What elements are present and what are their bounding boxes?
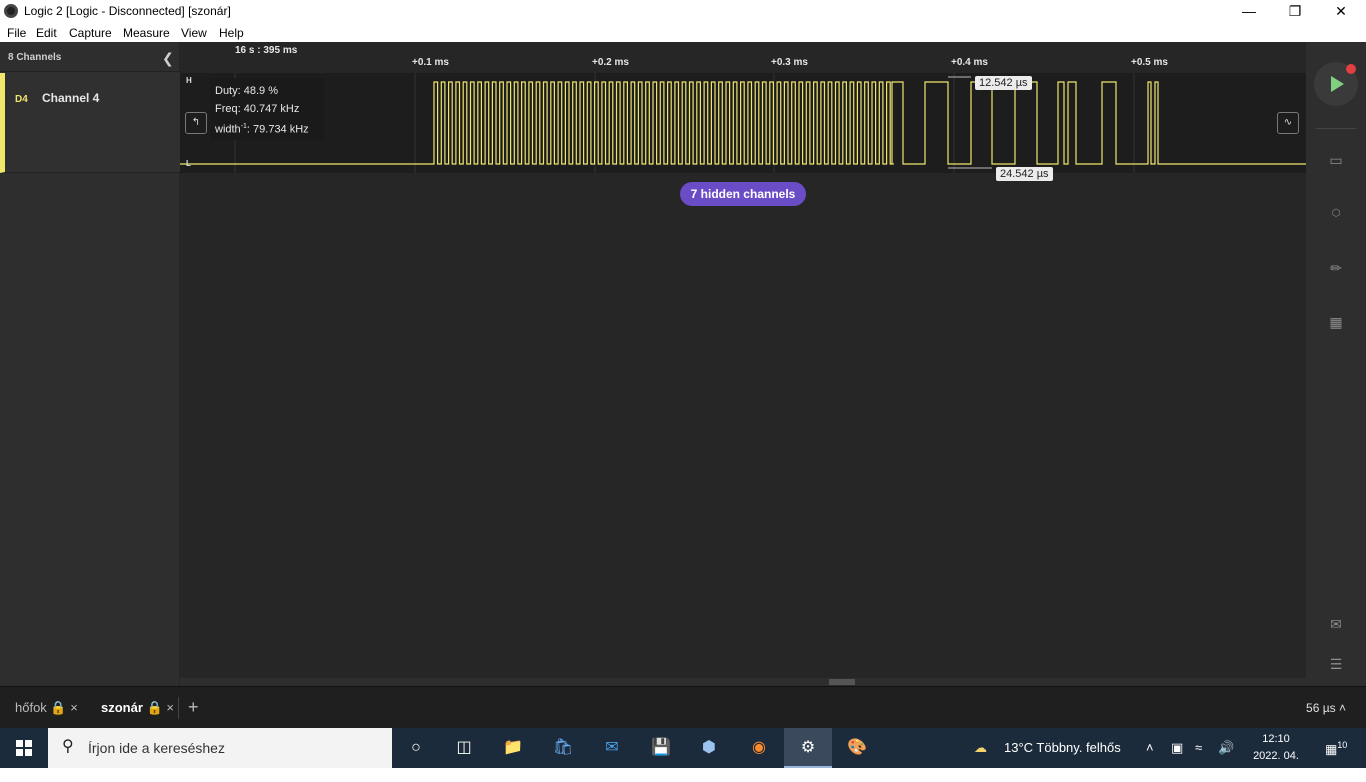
feedback-icon[interactable]: ✉ — [1324, 613, 1348, 635]
store-icon[interactable]: 🛍 — [539, 728, 587, 768]
scroll-thumb[interactable] — [829, 679, 855, 685]
window-title: Logic 2 [Logic - Disconnected] [szonár] — [24, 4, 231, 18]
volume-icon[interactable]: 🔊 — [1218, 740, 1234, 756]
title-bar: Logic 2 [Logic - Disconnected] [szonár] … — [0, 0, 1366, 22]
mail-icon[interactable]: ✉ — [588, 728, 636, 768]
weather-icon[interactable]: ☁ — [974, 740, 987, 756]
weather-text[interactable]: 13°C Többny. felhős — [1004, 740, 1121, 755]
ruler-tick: +0.3 ms — [771, 57, 808, 68]
menu-icon[interactable]: ☰ — [1324, 653, 1348, 675]
notifications-icon[interactable]: ▦10 — [1325, 740, 1347, 757]
virtualbox-icon[interactable]: ⬢ — [685, 728, 733, 768]
search-placeholder: Írjon ide a kereséshez — [88, 740, 225, 756]
file-explorer-icon[interactable]: 📁 — [489, 728, 537, 768]
high-level-label: H — [186, 76, 192, 85]
paint-icon[interactable]: 🎨 — [833, 728, 881, 768]
minimize-icon[interactable]: — — [1226, 0, 1272, 22]
windows-start-icon[interactable] — [16, 740, 32, 756]
channel-4-signal — [180, 81, 1306, 165]
clock-date: 2022. 04. 23. — [1253, 750, 1299, 779]
logic-workspace: 8 Channels ❮ D4 Channel 4 16 s : 395 ms … — [0, 42, 1366, 686]
menu-bar: File Edit Capture Measure View Help — [0, 22, 1366, 42]
ruler-tick: +0.2 ms — [592, 57, 629, 68]
waveform-area[interactable]: 16 s : 395 ms +0.1 ms +0.2 ms +0.3 ms +0… — [180, 42, 1306, 678]
trigger-edge-icon[interactable]: ↰ — [185, 112, 207, 134]
tab-divider — [178, 697, 179, 719]
analyzers-icon[interactable]: ⬡ — [1324, 203, 1348, 225]
duty-value: Duty: 48.9 % — [215, 85, 278, 97]
save-app-icon[interactable]: 💾 — [637, 728, 685, 768]
horizontal-scrollbar[interactable] — [180, 678, 1306, 686]
logic-taskbar-icon[interactable]: ⚙ — [784, 728, 832, 768]
session-tab-bar: hőfok 🔒 × szonár 🔒 × + 56 µs ˄ — [0, 686, 1366, 728]
ruler-tick: +0.1 ms — [412, 57, 449, 68]
zoom-level[interactable]: 56 µs ˄ — [1306, 701, 1346, 715]
search-icon: ⚲ — [62, 738, 74, 755]
extensions-icon[interactable]: ▦ — [1324, 311, 1348, 333]
absolute-time: 16 s : 395 ms — [235, 45, 298, 56]
hidden-channels-button[interactable]: 7 hidden channels — [680, 182, 806, 206]
menu-view[interactable]: View — [181, 26, 207, 40]
analog-wave-icon[interactable]: ∿ — [1277, 112, 1299, 134]
tab-hofok[interactable]: hőfok 🔒 × — [15, 700, 78, 716]
cortana-icon[interactable]: ○ — [392, 728, 440, 768]
logic-app-icon — [4, 4, 18, 18]
channel-sidebar: 8 Channels ❮ D4 Channel 4 — [0, 42, 180, 686]
close-icon[interactable]: ✕ — [1318, 0, 1364, 22]
channel-name[interactable]: Channel 4 — [42, 91, 99, 105]
menu-help[interactable]: Help — [219, 26, 244, 40]
waveform-svg — [180, 73, 1306, 173]
channel-row-d4[interactable]: D4 Channel 4 — [0, 73, 180, 173]
windows-taskbar: ⚲ Írjon ide a kereséshez ○ ◫ 📁 🛍 ✉ 💾 ⬢ ◉… — [0, 728, 1366, 779]
clock[interactable]: 12:10 2022. 04. 23. — [1244, 731, 1308, 782]
clock-time: 12:10 — [1262, 733, 1290, 745]
pulse-width-label: 12.542 µs — [975, 76, 1032, 90]
menu-edit[interactable]: Edit — [36, 26, 57, 40]
device-settings-icon[interactable]: ▭ — [1324, 149, 1348, 171]
menu-measure[interactable]: Measure — [123, 26, 170, 40]
add-tab-button[interactable]: + — [188, 697, 199, 718]
task-view-icon[interactable]: ◫ — [440, 728, 488, 768]
channels-header: 8 Channels ❮ — [0, 42, 180, 72]
meet-icon[interactable]: ▣ — [1171, 740, 1183, 756]
record-indicator — [1346, 64, 1356, 74]
measure-ruler-icon[interactable]: ✏ — [1324, 257, 1348, 279]
menu-capture[interactable]: Capture — [69, 26, 112, 40]
network-icon[interactable]: ≈ — [1195, 740, 1202, 755]
toolbar-divider — [1316, 128, 1356, 129]
firefox-icon[interactable]: ◉ — [735, 728, 783, 768]
taskbar-search[interactable]: ⚲ Írjon ide a kereséshez — [48, 728, 392, 768]
tab-szonar[interactable]: szonár 🔒 × — [101, 700, 174, 716]
time-ruler[interactable]: 16 s : 395 ms +0.1 ms +0.2 ms +0.3 ms +0… — [180, 42, 1306, 72]
tray-chevron-icon[interactable]: ˄ — [1146, 740, 1154, 755]
right-toolbar: ▭ ⬡ ✏ ▦ ✉ ☰ — [1306, 42, 1366, 686]
ruler-tick: +0.4 ms — [951, 57, 988, 68]
freq-value: Freq: 40.747 kHz — [215, 103, 300, 115]
chevron-left-icon[interactable]: ❮ — [162, 50, 174, 67]
width-value: width-1: 79.734 kHz — [215, 123, 309, 136]
channels-count: 8 Channels — [8, 52, 62, 63]
channel-id: D4 — [15, 94, 28, 105]
period-label: 24.542 µs — [996, 167, 1053, 181]
ruler-tick: +0.5 ms — [1131, 57, 1168, 68]
menu-file[interactable]: File — [7, 26, 26, 40]
measurement-tooltip: Duty: 48.9 % Freq: 40.747 kHz width-1: 7… — [210, 78, 324, 140]
restore-icon[interactable]: ❐ — [1272, 0, 1318, 22]
channel-lane-d4[interactable]: H L ↰ ∿ — [180, 73, 1306, 173]
low-level-label: L — [186, 159, 191, 168]
